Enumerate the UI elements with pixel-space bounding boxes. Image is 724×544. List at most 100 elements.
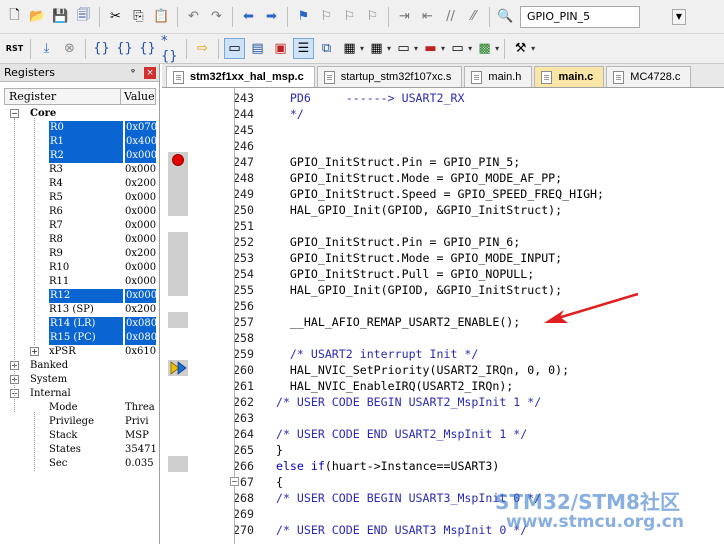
comment-icon[interactable]: //	[440, 6, 461, 27]
collapse-icon[interactable]: −	[10, 109, 19, 118]
code-line[interactable]: GPIO_InitStruct.Mode = GPIO_MODE_INPUT;	[262, 250, 562, 266]
register-row[interactable]: R13 (SP) 0x200	[4, 303, 156, 317]
code-line[interactable]: PD6 ------> USART2_RX	[262, 90, 465, 106]
code-line[interactable]: GPIO_InitStruct.Pin = GPIO_PIN_5;	[262, 154, 520, 170]
code-line[interactable]: HAL_NVIC_SetPriority(USART2_IRQn, 0, 0);	[262, 362, 569, 378]
save-icon[interactable]: 💾	[50, 6, 71, 27]
register-row[interactable]: Stack MSP	[4, 429, 156, 443]
register-row[interactable]: R15 (PC) 0x080	[4, 331, 156, 345]
target-select-dropdown-icon[interactable]: ▼	[672, 8, 686, 25]
chevron-down-icon[interactable]: ▾	[531, 44, 535, 53]
bookmark-icon[interactable]: ⚑	[293, 6, 314, 27]
editor-gutter[interactable]	[162, 88, 196, 544]
code-line[interactable]: GPIO_InitStruct.Mode = GPIO_MODE_AF_PP;	[262, 170, 562, 186]
register-row[interactable]: R9 0x200	[4, 247, 156, 261]
register-value[interactable]: 0x610	[125, 345, 156, 359]
code-line[interactable]: HAL_GPIO_Init(GPIOD, &GPIO_InitStruct);	[262, 282, 562, 298]
register-value[interactable]: 0.035	[125, 457, 154, 471]
register-value[interactable]: Threa	[125, 401, 155, 415]
register-row[interactable]: R12 0x000	[4, 289, 156, 303]
register-row[interactable]: R11 0x000	[4, 275, 156, 289]
serial-window-icon[interactable]: ▭	[393, 38, 414, 59]
step-into-icon[interactable]: {}	[91, 38, 112, 59]
code-line[interactable]: /* USER CODE END USART3 MspInit 0 */	[262, 522, 527, 538]
register-value[interactable]: 0x200	[125, 177, 156, 191]
breakpoint-icon[interactable]	[172, 154, 184, 166]
code-line[interactable]: {	[262, 474, 283, 490]
chevron-down-icon[interactable]: ▾	[495, 44, 499, 53]
file-tab[interactable]: startup_stm32f107xc.s	[316, 66, 463, 87]
register-row[interactable]: Sec 0.035	[4, 457, 156, 471]
close-icon[interactable]: ×	[144, 66, 156, 79]
register-value[interactable]: MSP	[125, 429, 149, 443]
register-value[interactable]: 0x000	[125, 191, 156, 205]
chevron-down-icon[interactable]: ▾	[387, 44, 391, 53]
code-line[interactable]: HAL_GPIO_Init(GPIOD, &GPIO_InitStruct);	[262, 202, 562, 218]
symbols-window-icon[interactable]: ▣	[270, 38, 291, 59]
show-next-statement-icon[interactable]: ⇨	[192, 38, 213, 59]
next-bookmark-icon[interactable]: ⚐	[339, 6, 360, 27]
system-viewer-icon[interactable]: ▩	[474, 38, 495, 59]
find-in-files-icon[interactable]: 🔍	[495, 6, 516, 27]
register-row[interactable]: Privilege Privi	[4, 415, 156, 429]
reset-icon[interactable]: RST	[4, 38, 25, 59]
registers-window-icon[interactable]: ☰	[293, 38, 314, 59]
tree-node-core[interactable]: − Core	[4, 107, 156, 121]
code-line[interactable]: GPIO_InitStruct.Speed = GPIO_SPEED_FREQ_…	[262, 186, 604, 202]
tree-node-internal[interactable]: − Internal	[4, 387, 156, 401]
register-value[interactable]: 0x000	[125, 163, 156, 177]
chevron-down-icon[interactable]: ▾	[468, 44, 472, 53]
code-line[interactable]: HAL_NVIC_EnableIRQ(USART2_IRQn);	[262, 378, 513, 394]
code-line[interactable]: /* USART2 interrupt Init */	[262, 346, 478, 362]
register-value[interactable]: 0x000	[125, 289, 156, 303]
register-value[interactable]: 35471	[125, 443, 157, 457]
chevron-down-icon[interactable]: ▾	[441, 44, 445, 53]
save-all-icon[interactable]: 🗐	[73, 6, 94, 27]
file-tab[interactable]: MC4728.c	[606, 66, 692, 87]
command-window-icon[interactable]: ▭	[224, 38, 245, 59]
memory-window-icon[interactable]: ▦	[366, 38, 387, 59]
redo-icon[interactable]: ↷	[206, 6, 227, 27]
indent-icon[interactable]: ⇥	[394, 6, 415, 27]
stop-icon[interactable]: ⊗	[59, 38, 80, 59]
register-value[interactable]: 0x070	[125, 121, 156, 135]
register-row[interactable]: R8 0x000	[4, 233, 156, 247]
column-header-register[interactable]: Register	[5, 89, 121, 104]
step-over-icon[interactable]: {}	[114, 38, 135, 59]
tree-node-system[interactable]: + System	[4, 373, 156, 387]
register-value[interactable]: 0x000	[125, 233, 156, 247]
register-row[interactable]: R14 (LR) 0x080	[4, 317, 156, 331]
unindent-icon[interactable]: ⇤	[417, 6, 438, 27]
register-value[interactable]: Privi	[125, 415, 149, 429]
clear-bookmarks-icon[interactable]: ⚐	[362, 6, 383, 27]
pin-icon[interactable]: ᵠ	[126, 66, 140, 80]
register-row[interactable]: States 35471	[4, 443, 157, 457]
new-file-icon[interactable]: 🗋	[4, 6, 25, 27]
register-row[interactable]: R2 0x000	[4, 149, 156, 163]
uncomment-icon[interactable]: ⁄⁄	[463, 6, 484, 27]
file-tab[interactable]: main.h	[464, 66, 533, 87]
register-value[interactable]: 0x000	[125, 205, 156, 219]
register-value[interactable]: 0x000	[125, 275, 156, 289]
code-line[interactable]: /* USER CODE BEGIN USART2_MspInit 1 */	[262, 394, 541, 410]
trace-window-icon[interactable]: ▭	[447, 38, 468, 59]
register-row[interactable]: R10 0x000	[4, 261, 156, 275]
analysis-window-icon[interactable]: ▬	[420, 38, 441, 59]
register-row[interactable]: R3 0x000	[4, 163, 156, 177]
run-to-cursor-icon[interactable]: *{}	[160, 34, 181, 64]
copy-icon[interactable]: ⎘	[128, 6, 149, 27]
expand-icon[interactable]: +	[30, 347, 39, 356]
chevron-down-icon[interactable]: ▾	[414, 44, 418, 53]
prev-bookmark-icon[interactable]: ⚐	[316, 6, 337, 27]
watch-window-icon[interactable]: ▦	[339, 38, 360, 59]
undo-icon[interactable]: ↶	[183, 6, 204, 27]
register-value[interactable]: 0x200	[125, 303, 156, 317]
file-tab[interactable]: stm32f1xx_hal_msp.c	[166, 66, 315, 87]
call-stack-window-icon[interactable]: ⧉	[316, 38, 337, 59]
navigate-forward-icon[interactable]: ➡	[261, 6, 282, 27]
disassembly-window-icon[interactable]: ▤	[247, 38, 268, 59]
code-line[interactable]: GPIO_InitStruct.Pull = GPIO_NOPULL;	[262, 266, 534, 282]
cut-icon[interactable]: ✂	[105, 6, 126, 27]
step-out-icon[interactable]: {}	[137, 38, 158, 59]
register-row[interactable]: R0 0x070	[4, 121, 156, 135]
